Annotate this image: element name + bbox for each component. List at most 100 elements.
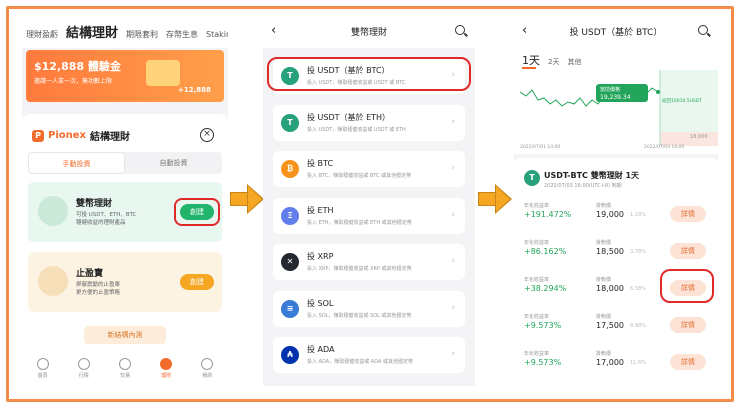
search-icon[interactable]	[455, 25, 465, 35]
tab-arbitrage[interactable]: 期限套利	[126, 29, 158, 40]
tab-staking[interactable]: Staking	[206, 30, 228, 39]
nav-label: 首頁	[37, 373, 48, 379]
page-title: 投 USDT（基於 BTC）	[569, 28, 663, 38]
take-profit-card[interactable]: 止盈寶 屏蔽震動的止盈單 更方便的止盈策略 創建	[28, 252, 222, 312]
product-desc: 投入 USDT，賺取穩健收益或 USDT 或 ETH	[307, 126, 406, 133]
nav-trade[interactable]: 交易	[110, 352, 140, 386]
screen-product-detail: ‹ 投 USDT（基於 BTC） 1天 2天 其他 當前價格 19,239.34…	[514, 14, 718, 386]
dual-currency-card[interactable]: 雙幣理財 可投 USDT、ETH、BTC 穩健收益的理財產品 創建	[28, 182, 222, 242]
apy-value: +9.573%	[524, 321, 562, 330]
product-item[interactable]: ₳ 投 ADA 投入 ADA，賺取穩健收益或 ADA 或其他穩定幣 ›	[273, 337, 465, 373]
price-value: 17,500	[596, 321, 624, 330]
chevron-right-icon: ›	[451, 163, 455, 173]
price-label: 掛鉤價	[596, 277, 612, 283]
bottom-sheet: P Pionex 結構理財 × 手動投資 自動投資 雙幣理財 可投 USDT、E…	[22, 114, 228, 386]
date-right: 2022/07/03 16:00	[644, 144, 684, 150]
bottom-nav: 首頁 行情 交易 理財 我的	[22, 352, 228, 386]
apy-value: +38.294%	[524, 284, 567, 293]
tab-pnl[interactable]: 理財盈虧	[26, 29, 58, 40]
offer-row: 年化收益率 +86.162% 掛鉤價 18,500 3.78% 詳情	[524, 235, 710, 271]
price-diff: 8.98%	[630, 323, 646, 329]
detail-button[interactable]: 詳情	[670, 317, 706, 333]
segment-manual[interactable]: 手動投資	[28, 152, 125, 174]
top-tab-bar: 理財盈虧 結構理財 期限套利 存幣生息 Staking	[22, 14, 228, 48]
arrow-right-icon	[230, 184, 264, 214]
price-label: 掛鉤價	[596, 240, 612, 246]
nav-label: 理財	[161, 373, 172, 379]
range-2d[interactable]: 2天	[548, 57, 559, 67]
tab-structured[interactable]: 結構理財	[66, 22, 118, 41]
detail-button[interactable]: 詳情	[670, 354, 706, 370]
return-label: 返回10010.5USDT	[662, 97, 702, 104]
coin-icon: T	[281, 113, 299, 132]
offer-row: 年化收益率 +9.573% 掛鉤價 17,500 8.98% 詳情	[524, 309, 710, 345]
chevron-right-icon: ›	[451, 256, 455, 266]
product-item[interactable]: Ξ 投 ETH 投入 ETH，賺取穩健收益或 ETH 或其他穩定幣 ›	[273, 197, 465, 234]
current-price-label: 當前價格	[600, 86, 620, 93]
gift-icon	[146, 60, 180, 86]
chevron-right-icon: ›	[451, 349, 455, 359]
price-label: 掛鉤價	[596, 351, 612, 357]
banner-title: $12,888 體驗金	[34, 60, 121, 73]
search-icon[interactable]	[698, 25, 708, 35]
coin-icon: ₿	[281, 160, 299, 178]
product-name: 投 USDT（基於 ETH）	[307, 112, 391, 122]
arrow-right-icon	[478, 184, 512, 214]
price-chart: 當前價格 19,239.34 返回10010.5USDT 18,000 2022…	[519, 70, 718, 150]
new-structure-button[interactable]: 新結構內測	[84, 326, 166, 344]
range-tabs: 1天 2天 其他	[522, 52, 581, 69]
detail-button[interactable]: 詳情	[670, 206, 706, 222]
rocket-icon	[38, 266, 68, 296]
price-diff: 11.6%	[630, 360, 646, 366]
product-item[interactable]: T 投 USDT（基於 ETH） 投入 USDT，賺取穩健收益或 USDT 或 ET…	[273, 104, 465, 141]
price-dot	[656, 90, 660, 94]
product-item[interactable]: ≡ 投 SOL 投入 SOL，賺取穩健收益或 SOL 或其他穩定幣 ›	[273, 290, 465, 327]
nav-profile[interactable]: 我的	[192, 352, 222, 386]
price-label: 掛鉤價	[596, 203, 612, 209]
product-item[interactable]: ₿ 投 BTC 投入 BTC，賺取穩健收益或 BTC 或其他穩定幣 ›	[273, 151, 465, 187]
product-desc: 投入 SOL，賺取穩健收益或 SOL 或其他穩定幣	[307, 312, 412, 319]
screen-structured-finance: 理財盈虧 結構理財 期限套利 存幣生息 Staking $12,888 體驗金 …	[22, 14, 228, 386]
range-underline	[522, 67, 536, 69]
brand-name: Pionex	[48, 130, 86, 141]
offer-row: 年化收益率 +9.573% 掛鉤價 17,000 11.6% 詳情	[524, 346, 710, 382]
product-desc: 投入 XRP，賺取穩健收益或 XRP 或其他穩定幣	[307, 266, 412, 272]
card-title: 雙幣理財	[76, 199, 113, 209]
chevron-right-icon: ›	[451, 116, 455, 127]
apy-value: +191.472%	[524, 210, 572, 219]
close-icon[interactable]: ×	[200, 128, 214, 142]
nav-finance[interactable]: 理財	[151, 352, 181, 386]
apy-value: +86.162%	[524, 247, 567, 256]
chart-zone	[660, 132, 718, 146]
home-icon	[36, 358, 49, 370]
chevron-right-icon: ›	[451, 302, 455, 313]
nav-label: 交易	[119, 373, 130, 379]
promo-banner[interactable]: $12,888 體驗金 邀請一人拿一次，無功數上限 +12,888	[26, 50, 224, 102]
coin-icon: ≡	[281, 299, 299, 318]
product-item[interactable]: ✕ 投 XRP 投入 XRP，賺取穩健收益或 XRP 或其他穩定幣 ›	[273, 244, 465, 280]
offer-row: 年化收益率 +191.472% 掛鉤價 19,000 1.18% 詳情	[524, 198, 710, 234]
price-diff: 1.18%	[630, 212, 646, 218]
header: ‹ 雙幣理財	[263, 14, 475, 48]
pionex-logo-icon: P	[32, 129, 44, 142]
diamond-icon	[160, 358, 173, 370]
card-desc: 更方便的止盈策略	[76, 290, 121, 296]
product-name: 投 BTC	[307, 159, 334, 168]
range-other[interactable]: 其他	[567, 57, 581, 67]
product-name: 投 ETH	[307, 205, 334, 215]
segment-auto[interactable]: 自動投資	[125, 152, 222, 174]
tab-savings[interactable]: 存幣生息	[166, 29, 198, 40]
price-value: 18,500	[596, 247, 624, 256]
nav-home[interactable]: 首頁	[28, 352, 58, 386]
product-name: 投 XRP	[307, 252, 334, 261]
range-1d[interactable]: 1天	[522, 52, 540, 68]
strike-value: 18,000	[690, 134, 708, 140]
date-left: 2022/07/01 14:00	[520, 144, 560, 150]
nav-market[interactable]: 行情	[69, 352, 99, 386]
product-desc: 投入 ADA，賺取穩健收益或 ADA 或其他穩定幣	[307, 359, 413, 365]
create-take-profit-button[interactable]: 創建	[180, 274, 214, 290]
apy-label: 年化收益率	[524, 314, 550, 320]
screen-dual-currency-list: ‹ 雙幣理財 T投 USDT（基於 BTC） 投入 USDT，賺取穩健收益或 US…	[263, 14, 475, 386]
detail-button[interactable]: 詳情	[670, 243, 706, 259]
user-icon	[201, 358, 214, 370]
